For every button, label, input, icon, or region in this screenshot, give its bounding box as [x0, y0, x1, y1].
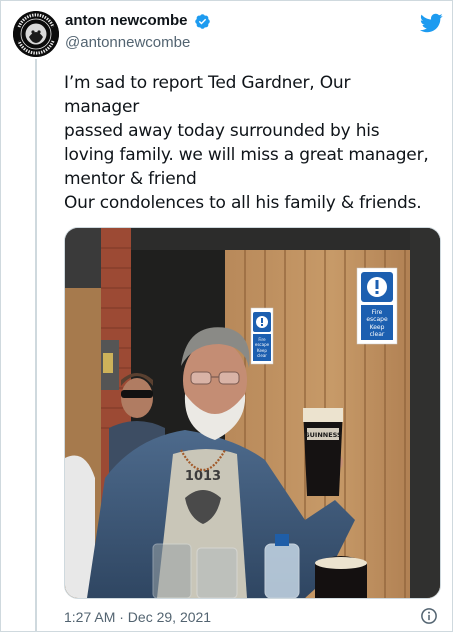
display-name[interactable]: anton newcombe — [65, 11, 188, 31]
tweet-photo[interactable]: Fire escape Keep clear Fire escape Keep … — [64, 227, 441, 599]
tweet-header: anton newcombe @antonnewcombe — [13, 9, 443, 59]
tweet-text-line: passed away today surrounded by his — [64, 121, 380, 141]
sign-text: clear — [370, 331, 385, 338]
tweet-text-line: Our condolences to all his family & frie… — [64, 193, 422, 213]
info-icon[interactable] — [420, 607, 438, 625]
tweet-text-line: loving family. we will miss a great mana… — [64, 145, 429, 165]
avatar-logo-icon — [13, 11, 59, 57]
sign-text: Keep — [370, 324, 385, 331]
tweet-text: I’m sad to report Ted Gardner, Our manag… — [64, 71, 444, 215]
tweet-timestamp[interactable]: 1:27 AM · Dec 29, 2021 — [64, 608, 211, 626]
photo-image: Fire escape Keep clear Fire escape Keep … — [65, 228, 440, 598]
user-info: anton newcombe @antonnewcombe — [65, 11, 211, 53]
tweet-text-line: mentor & friend — [64, 169, 197, 189]
fire-escape-sign: Fire escape Keep clear — [356, 267, 398, 345]
tweet-text-line: manager — [64, 97, 140, 117]
avatar[interactable] — [13, 11, 59, 57]
thread-line — [35, 59, 37, 631]
verified-badge-icon — [195, 13, 210, 29]
sign-text: escape — [255, 342, 270, 347]
sign-text: clear — [257, 353, 267, 358]
user-handle[interactable]: @antonnewcombe — [65, 33, 211, 53]
sign-text: Fire — [372, 309, 383, 316]
pint-glass: GUINNESS — [303, 408, 343, 496]
tweet-text-line: I’m sad to report Ted Gardner, Our — [64, 73, 351, 93]
shirt-text: 1013 — [185, 469, 221, 484]
twitter-bird-icon[interactable] — [419, 11, 443, 35]
fire-escape-sign: Fire escape Keep clear — [250, 307, 274, 365]
sign-text: escape — [366, 316, 388, 323]
glass-brand-text: GUINNESS — [304, 431, 342, 439]
tweet-card: anton newcombe @antonnewcombe I’m sad to… — [0, 0, 453, 632]
